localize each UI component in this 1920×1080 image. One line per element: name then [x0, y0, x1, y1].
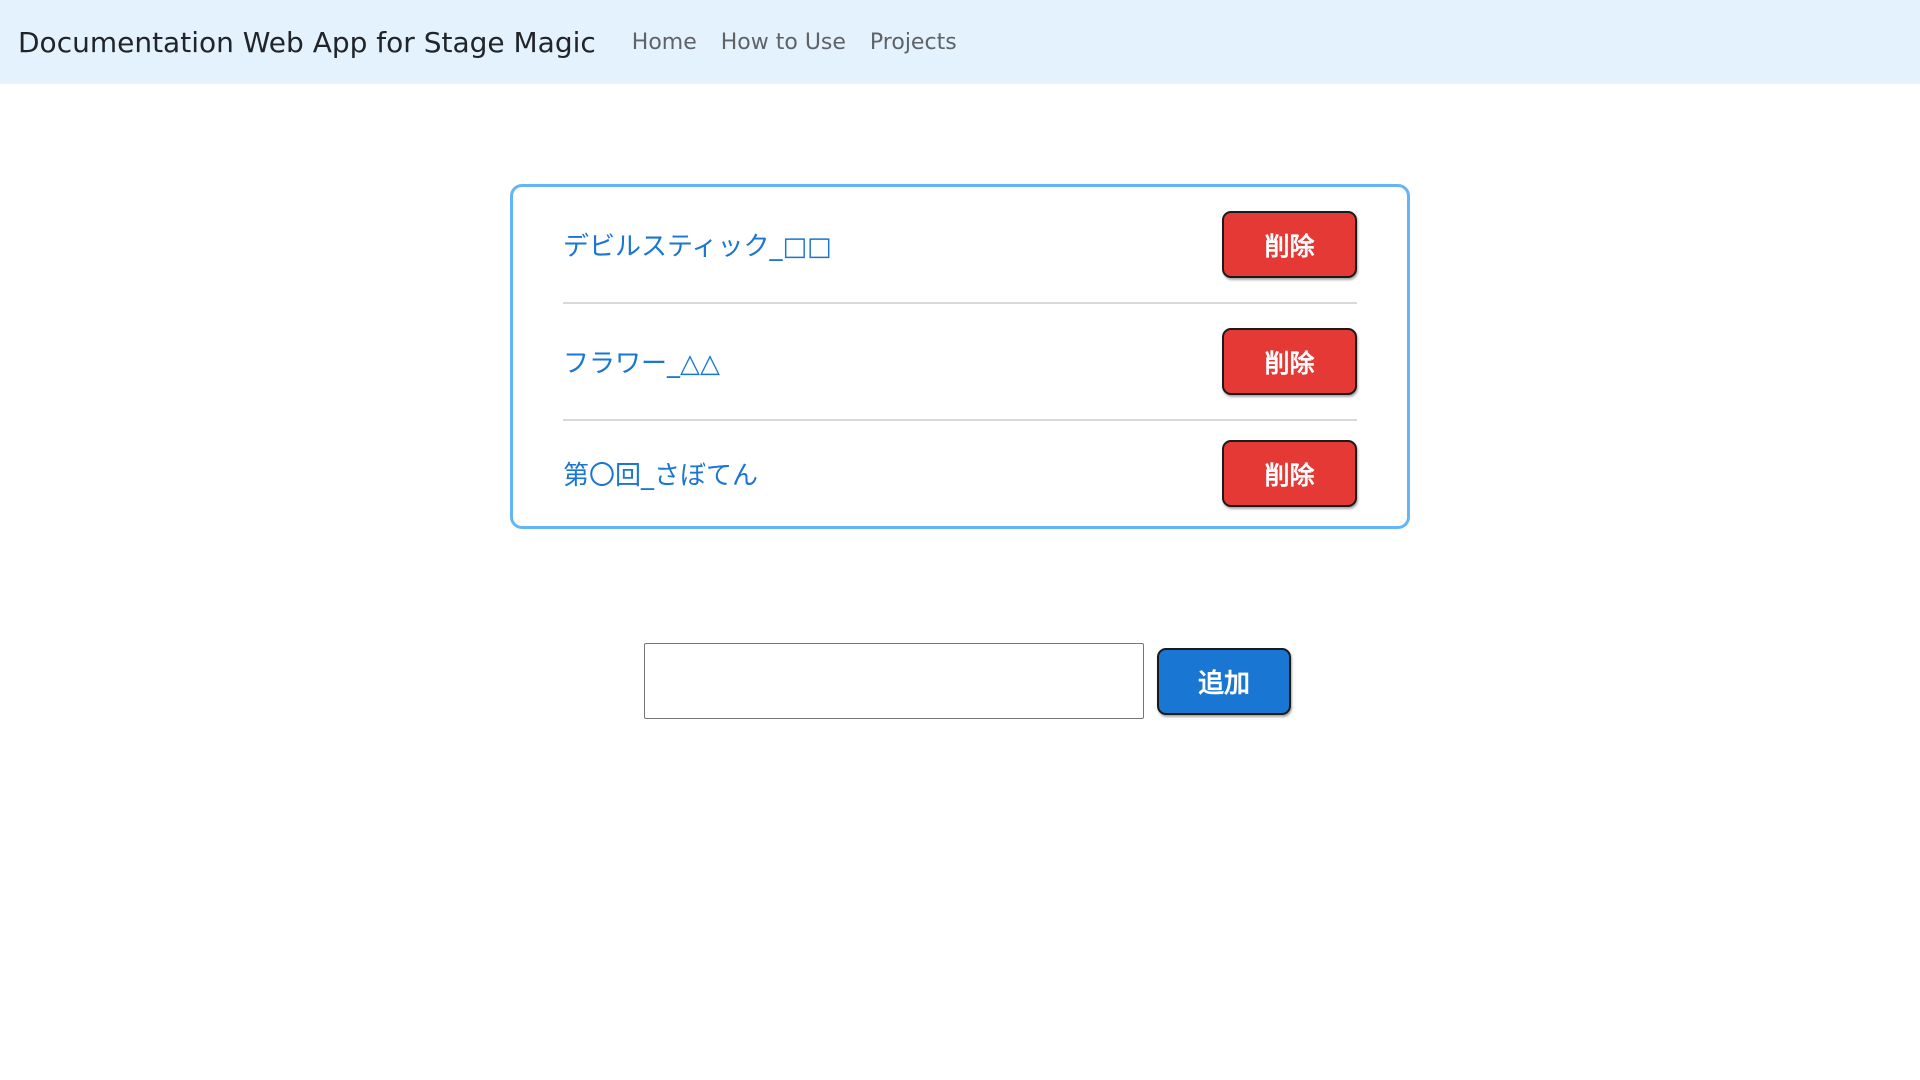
app-brand[interactable]: Documentation Web App for Stage Magic — [18, 26, 596, 59]
add-project-form: 追加 — [644, 643, 1291, 719]
nav-link-home[interactable]: Home — [632, 30, 697, 55]
delete-button[interactable]: 削除 — [1222, 440, 1357, 507]
project-item: 第〇回_さぼてん 削除 — [563, 421, 1357, 526]
project-link[interactable]: 第〇回_さぼてん — [563, 455, 758, 492]
nav-links: Home How to Use Projects — [632, 30, 957, 55]
top-navbar: Documentation Web App for Stage Magic Ho… — [0, 0, 1920, 84]
project-name-input[interactable] — [644, 643, 1144, 719]
nav-link-how-to-use[interactable]: How to Use — [721, 30, 846, 55]
delete-button[interactable]: 削除 — [1222, 328, 1357, 395]
nav-link-projects[interactable]: Projects — [870, 30, 957, 55]
project-item: デビルスティック_□□ 削除 — [563, 187, 1357, 304]
project-list: デビルスティック_□□ 削除 フラワー_△△ 削除 第〇回_さぼてん 削除 — [510, 184, 1410, 529]
add-button[interactable]: 追加 — [1157, 647, 1291, 715]
project-item: フラワー_△△ 削除 — [563, 304, 1357, 421]
project-link[interactable]: デビルスティック_□□ — [563, 226, 832, 263]
project-link[interactable]: フラワー_△△ — [563, 343, 720, 380]
delete-button[interactable]: 削除 — [1222, 211, 1357, 278]
